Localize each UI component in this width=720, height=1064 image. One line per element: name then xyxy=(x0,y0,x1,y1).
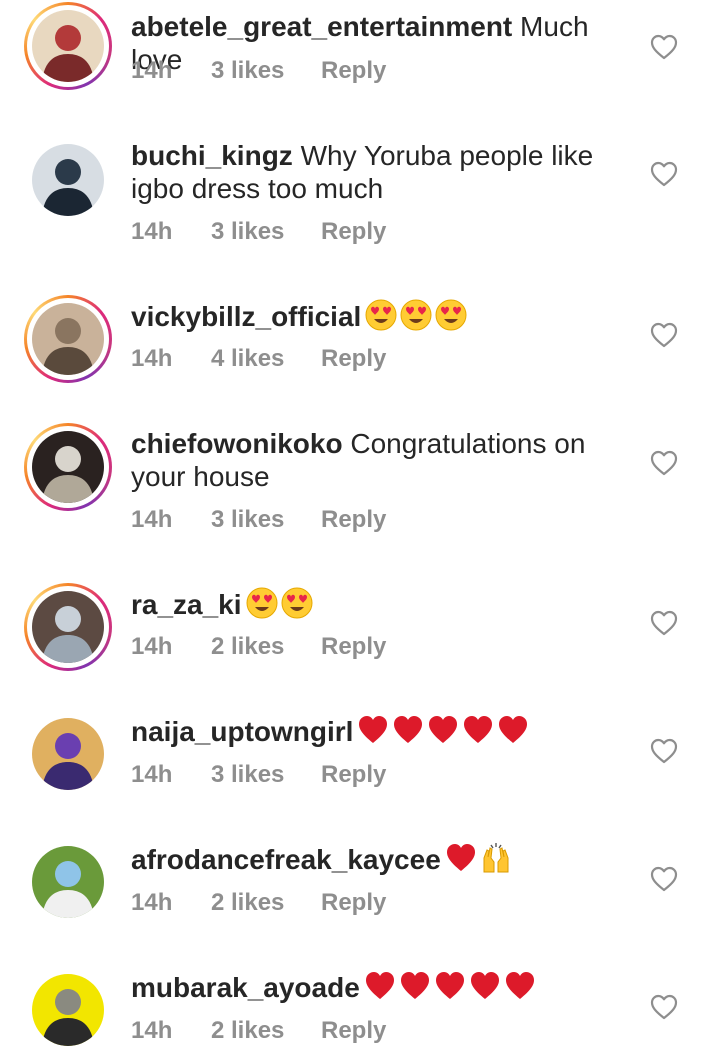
red-heart-emoji xyxy=(357,714,389,746)
heart-eyes-emoji xyxy=(400,299,432,331)
comment-timestamp: 14h xyxy=(131,345,173,372)
comment-emojis xyxy=(445,842,512,874)
red-heart-emoji xyxy=(434,970,466,1002)
comment-meta: 14h 2 likes Reply xyxy=(131,1017,386,1045)
raising-hands-emoji xyxy=(480,842,512,874)
comment-emojis xyxy=(357,714,529,746)
avatar[interactable] xyxy=(24,966,112,1054)
comment-timestamp: 14h xyxy=(131,218,173,245)
comment-likes-count[interactable]: 4 likes xyxy=(211,345,321,373)
comment-emojis xyxy=(246,587,313,619)
red-heart-emoji xyxy=(504,970,536,1002)
avatar-image xyxy=(32,591,104,663)
comment-text: naija_uptowngirl xyxy=(131,714,636,748)
comment-likes-count[interactable]: 3 likes xyxy=(211,57,321,85)
comment-likes-count[interactable]: 3 likes xyxy=(211,761,321,789)
comment-timestamp: 14h xyxy=(131,506,173,533)
like-heart-icon[interactable] xyxy=(650,34,678,60)
red-heart-emoji xyxy=(497,714,529,746)
comment-timestamp: 14h xyxy=(131,889,173,916)
reply-button[interactable]: Reply xyxy=(321,57,386,85)
heart-eyes-emoji xyxy=(365,299,397,331)
comment-likes-count[interactable]: 3 likes xyxy=(211,506,321,534)
red-heart-emoji xyxy=(399,970,431,1002)
comment-meta: 14h 3 likes Reply xyxy=(131,506,386,534)
avatar[interactable] xyxy=(24,838,112,926)
like-heart-icon[interactable] xyxy=(650,738,678,764)
comment-likes-count[interactable]: 2 likes xyxy=(211,1017,321,1045)
comment-username[interactable]: afrodancefreak_kaycee xyxy=(131,844,441,875)
comment-username[interactable]: abetele_great_entertainment xyxy=(131,11,512,42)
comment-username[interactable]: mubarak_ayoade xyxy=(131,972,360,1003)
comment-text: buchi_kingz Why Yoruba people like igbo … xyxy=(131,139,636,205)
comment-timestamp: 14h xyxy=(131,1017,173,1044)
avatar[interactable] xyxy=(24,136,112,224)
avatar-image xyxy=(32,974,104,1046)
comment-username[interactable]: ra_za_ki xyxy=(131,589,242,620)
comment-username[interactable]: naija_uptowngirl xyxy=(131,716,353,747)
comment-likes-count[interactable]: 2 likes xyxy=(211,889,321,917)
red-heart-emoji xyxy=(427,714,459,746)
comment-text: vickybillz_official xyxy=(131,299,636,333)
avatar-with-story-ring[interactable] xyxy=(24,295,112,383)
heart-eyes-emoji xyxy=(281,587,313,619)
heart-eyes-emoji xyxy=(435,299,467,331)
comment-username[interactable]: vickybillz_official xyxy=(131,301,361,332)
comment-meta: 14h 3 likes Reply xyxy=(131,218,386,246)
like-heart-icon[interactable] xyxy=(650,161,678,187)
red-heart-emoji xyxy=(469,970,501,1002)
comment-likes-count[interactable]: 2 likes xyxy=(211,633,321,661)
reply-button[interactable]: Reply xyxy=(321,345,386,373)
comment-text: mubarak_ayoade xyxy=(131,970,636,1004)
comment-text: afrodancefreak_kaycee xyxy=(131,842,636,876)
comment-meta: 14h 3 likes Reply xyxy=(131,57,386,85)
avatar-image xyxy=(32,431,104,503)
reply-button[interactable]: Reply xyxy=(321,1017,386,1045)
red-heart-emoji xyxy=(364,970,396,1002)
red-heart-emoji xyxy=(392,714,424,746)
comment-meta: 14h 3 likes Reply xyxy=(131,761,386,789)
like-heart-icon[interactable] xyxy=(650,994,678,1020)
comment-likes-count[interactable]: 3 likes xyxy=(211,218,321,246)
comment-text: chiefowonikoko Congratulations on your h… xyxy=(131,427,636,493)
comment-timestamp: 14h xyxy=(131,761,173,788)
comment-timestamp: 14h xyxy=(131,633,173,660)
reply-button[interactable]: Reply xyxy=(321,218,386,246)
comment-text: ra_za_ki xyxy=(131,587,636,621)
avatar-image xyxy=(32,718,104,790)
avatar[interactable] xyxy=(24,710,112,798)
comment-emojis xyxy=(365,299,467,331)
comment-meta: 14h 2 likes Reply xyxy=(131,633,386,661)
avatar-image xyxy=(32,144,104,216)
avatar-image xyxy=(32,10,104,82)
comment-timestamp: 14h xyxy=(131,57,173,84)
like-heart-icon[interactable] xyxy=(650,610,678,636)
avatar-image xyxy=(32,846,104,918)
comment-emojis xyxy=(364,970,536,1002)
avatar-with-story-ring[interactable] xyxy=(24,423,112,511)
reply-button[interactable]: Reply xyxy=(321,761,386,789)
comment-list: abetele_great_entertainment Much love 14h… xyxy=(0,0,720,1064)
heart-eyes-emoji xyxy=(246,587,278,619)
red-heart-emoji xyxy=(445,842,477,874)
reply-button[interactable]: Reply xyxy=(321,889,386,917)
avatar-image xyxy=(32,303,104,375)
comment-meta: 14h 4 likes Reply xyxy=(131,345,386,373)
red-heart-emoji xyxy=(462,714,494,746)
comment-username[interactable]: buchi_kingz xyxy=(131,140,293,171)
reply-button[interactable]: Reply xyxy=(321,633,386,661)
like-heart-icon[interactable] xyxy=(650,450,678,476)
avatar-with-story-ring[interactable] xyxy=(24,2,112,90)
comment-meta: 14h 2 likes Reply xyxy=(131,889,386,917)
like-heart-icon[interactable] xyxy=(650,866,678,892)
comment-username[interactable]: chiefowonikoko xyxy=(131,428,343,459)
like-heart-icon[interactable] xyxy=(650,322,678,348)
avatar-with-story-ring[interactable] xyxy=(24,583,112,671)
reply-button[interactable]: Reply xyxy=(321,506,386,534)
